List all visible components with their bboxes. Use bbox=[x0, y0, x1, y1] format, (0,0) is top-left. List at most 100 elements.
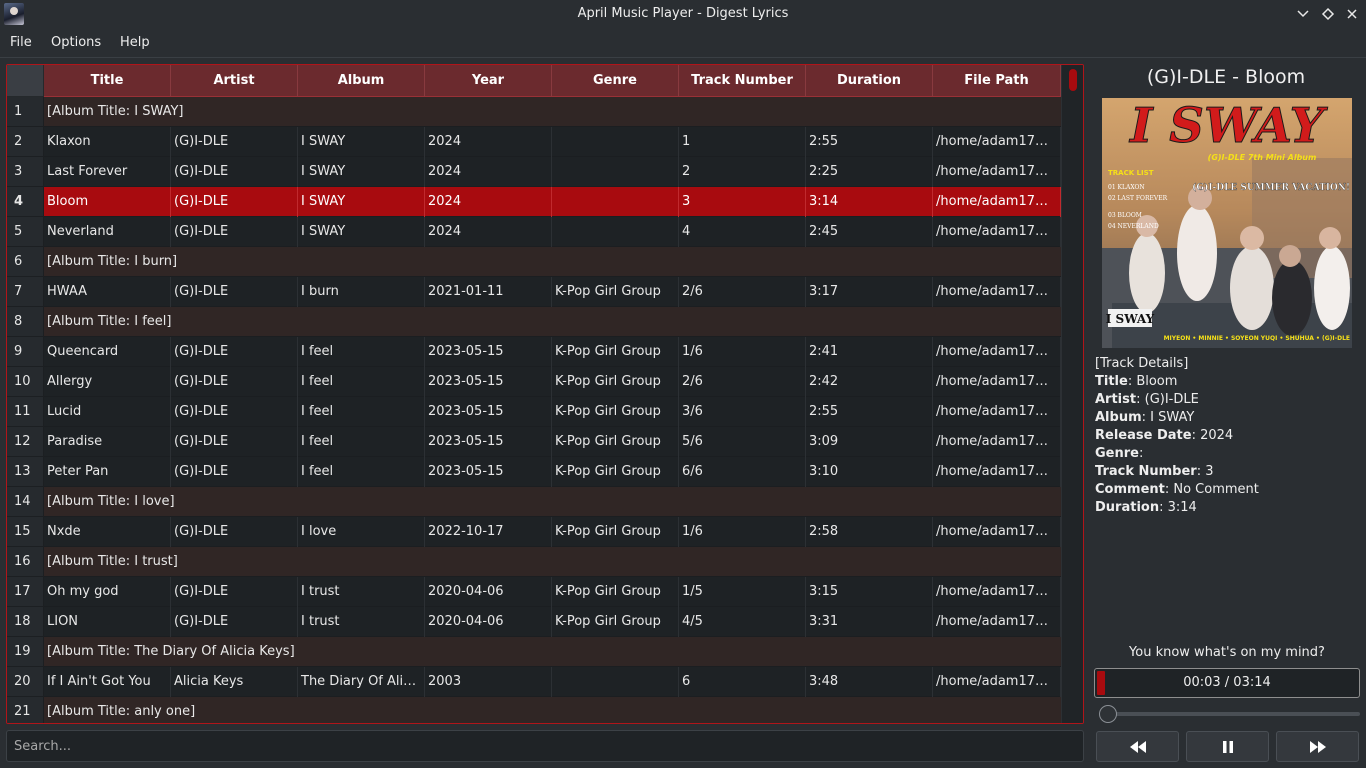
album-group-row[interactable]: [Album Title: The Diary Of Alicia Keys] bbox=[44, 637, 1061, 667]
cell-genre: K-Pop Girl Group bbox=[552, 367, 679, 397]
table-row[interactable]: Neverland (G)I-DLE I SWAY 2024 4 2:45/home/ad… bbox=[44, 217, 1061, 247]
next-button[interactable] bbox=[1276, 731, 1359, 762]
detail-label: Genre bbox=[1095, 446, 1139, 461]
scrollbar-thumb[interactable] bbox=[1069, 69, 1077, 91]
album-group-row[interactable]: [Album Title: I SWAY] bbox=[44, 97, 1061, 127]
cell-album: The Diary Of Alici... bbox=[298, 667, 425, 697]
column-header-artist[interactable]: Artist bbox=[171, 65, 298, 97]
row-number[interactable]: 8 bbox=[7, 307, 44, 337]
row-number[interactable]: 5 bbox=[7, 217, 44, 247]
title-bar: April Music Player - Digest Lyrics bbox=[0, 0, 1366, 29]
minimize-button[interactable] bbox=[1294, 5, 1312, 23]
row-number[interactable]: 11 bbox=[7, 397, 44, 427]
album-group-row[interactable]: [Album Title: anly one] bbox=[44, 697, 1061, 723]
detail-artist: Artist: (G)I-DLE bbox=[1095, 391, 1360, 409]
column-header-title[interactable]: Title bbox=[44, 65, 171, 97]
search-input[interactable] bbox=[6, 730, 1084, 762]
cell-duration: 3:31 bbox=[806, 607, 933, 637]
row-number[interactable]: 14 bbox=[7, 487, 44, 517]
table-row[interactable]: Allergy (G)I-DLE I feel 2023-05-15 K-Pop Gir… bbox=[44, 367, 1061, 397]
cell-file-path: /home/adam178/... bbox=[933, 127, 1061, 157]
cover-track-1: 01 KLAXON bbox=[1108, 184, 1145, 191]
row-number[interactable]: 6 bbox=[7, 247, 44, 277]
album-group-row[interactable]: [Album Title: I feel] bbox=[44, 307, 1061, 337]
row-number[interactable]: 10 bbox=[7, 367, 44, 397]
menu-help[interactable]: Help bbox=[120, 35, 150, 50]
cell-title: Neverland bbox=[44, 217, 171, 247]
cell-duration: 2:42 bbox=[806, 367, 933, 397]
cell-year: 2024 bbox=[425, 127, 552, 157]
table-row[interactable]: Nxde (G)I-DLE I love 2022-10-17 K-Pop Girl G… bbox=[44, 517, 1061, 547]
column-header-year[interactable]: Year bbox=[425, 65, 552, 97]
row-number[interactable]: 12 bbox=[7, 427, 44, 457]
cell-title: HWAA bbox=[44, 277, 171, 307]
table-row[interactable]: Queencard (G)I-DLE I feel 2023-05-15 K-Pop G… bbox=[44, 337, 1061, 367]
track-table[interactable]: Title Artist Album Year Genre Track Number Dur… bbox=[6, 64, 1084, 724]
table-row[interactable]: If I Ain't Got You Alicia Keys The Diary O… bbox=[44, 667, 1061, 697]
row-number[interactable]: 16 bbox=[7, 547, 44, 577]
row-number[interactable]: 20 bbox=[7, 667, 44, 697]
close-button[interactable] bbox=[1343, 5, 1361, 23]
album-group-title: [Album Title: I trust] bbox=[47, 554, 178, 569]
maximize-button[interactable] bbox=[1319, 5, 1337, 23]
menu-file[interactable]: File bbox=[10, 35, 32, 50]
row-number[interactable]: 7 bbox=[7, 277, 44, 307]
cell-genre bbox=[552, 127, 679, 157]
table-scrollbar[interactable] bbox=[1061, 65, 1083, 723]
table-row[interactable]: HWAA (G)I-DLE I burn 2021-01-11 K-Pop Girl G… bbox=[44, 277, 1061, 307]
album-group-row[interactable]: [Album Title: I love] bbox=[44, 487, 1061, 517]
table-row[interactable]: Bloom (G)I-DLE I SWAY 2024 3 3:14/home/adam17… bbox=[44, 187, 1061, 217]
album-group-row[interactable]: [Album Title: I trust] bbox=[44, 547, 1061, 577]
album-group-row[interactable]: [Album Title: I burn] bbox=[44, 247, 1061, 277]
table-row[interactable]: Paradise (G)I-DLE I feel 2023-05-15 K-Pop Gi… bbox=[44, 427, 1061, 457]
cell-title: If I Ain't Got You bbox=[44, 667, 171, 697]
cell-duration: 2:55 bbox=[806, 127, 933, 157]
cell-title: Nxde bbox=[44, 517, 171, 547]
table-row[interactable]: Peter Pan (G)I-DLE I feel 2023-05-15 K-Pop G… bbox=[44, 457, 1061, 487]
cell-genre: K-Pop Girl Group bbox=[552, 427, 679, 457]
row-number[interactable]: 9 bbox=[7, 337, 44, 367]
chevron-down-icon bbox=[1297, 10, 1309, 18]
volume-slider[interactable] bbox=[1096, 705, 1360, 723]
cell-album: I trust bbox=[298, 607, 425, 637]
row-number[interactable]: 15 bbox=[7, 517, 44, 547]
cell-file-path: /home/adam178/... bbox=[933, 427, 1061, 457]
row-number[interactable]: 21 bbox=[7, 697, 44, 723]
cell-genre: K-Pop Girl Group bbox=[552, 397, 679, 427]
row-number[interactable]: 1 bbox=[7, 97, 44, 127]
table-row[interactable]: Last Forever (G)I-DLE I SWAY 2024 2 2:25/home… bbox=[44, 157, 1061, 187]
cell-year: 2023-05-15 bbox=[425, 397, 552, 427]
table-row[interactable]: Oh my god (G)I-DLE I trust 2020-04-06 K-Pop … bbox=[44, 577, 1061, 607]
detail-label: Album bbox=[1095, 410, 1142, 425]
pause-button[interactable] bbox=[1186, 731, 1269, 762]
column-header-file-path[interactable]: File Path bbox=[933, 65, 1061, 97]
cell-album: I feel bbox=[298, 427, 425, 457]
previous-button[interactable] bbox=[1096, 731, 1179, 762]
playback-progress[interactable]: 00:03 / 03:14 bbox=[1094, 668, 1360, 698]
cell-genre bbox=[552, 187, 679, 217]
row-number[interactable]: 18 bbox=[7, 607, 44, 637]
column-header-genre[interactable]: Genre bbox=[552, 65, 679, 97]
slider-handle[interactable] bbox=[1099, 705, 1117, 723]
row-number[interactable]: 2 bbox=[7, 127, 44, 157]
cell-title: LION bbox=[44, 607, 171, 637]
menu-bar: File Options Help bbox=[0, 29, 1366, 58]
column-header-album[interactable]: Album bbox=[298, 65, 425, 97]
column-header-track-number[interactable]: Track Number bbox=[679, 65, 806, 97]
detail-value: : No Comment bbox=[1164, 482, 1259, 497]
row-number[interactable]: 3 bbox=[7, 157, 44, 187]
row-number[interactable]: 13 bbox=[7, 457, 44, 487]
detail-release-date: Release Date: 2024 bbox=[1095, 427, 1360, 445]
table-row[interactable]: Klaxon (G)I-DLE I SWAY 2024 1 2:55/home/adam1… bbox=[44, 127, 1061, 157]
row-number[interactable]: 19 bbox=[7, 637, 44, 667]
row-number[interactable]: 17 bbox=[7, 577, 44, 607]
cell-title: Klaxon bbox=[44, 127, 171, 157]
menu-options[interactable]: Options bbox=[51, 35, 101, 50]
column-header-duration[interactable]: Duration bbox=[806, 65, 933, 97]
cell-artist: (G)I-DLE bbox=[171, 367, 298, 397]
cell-genre: K-Pop Girl Group bbox=[552, 457, 679, 487]
table-row[interactable]: LION (G)I-DLE I trust 2020-04-06 K-Pop Girl … bbox=[44, 607, 1061, 637]
cell-duration: 2:25 bbox=[806, 157, 933, 187]
row-number[interactable]: 4 bbox=[7, 187, 44, 217]
table-row[interactable]: Lucid (G)I-DLE I feel 2023-05-15 K-Pop Girl … bbox=[44, 397, 1061, 427]
